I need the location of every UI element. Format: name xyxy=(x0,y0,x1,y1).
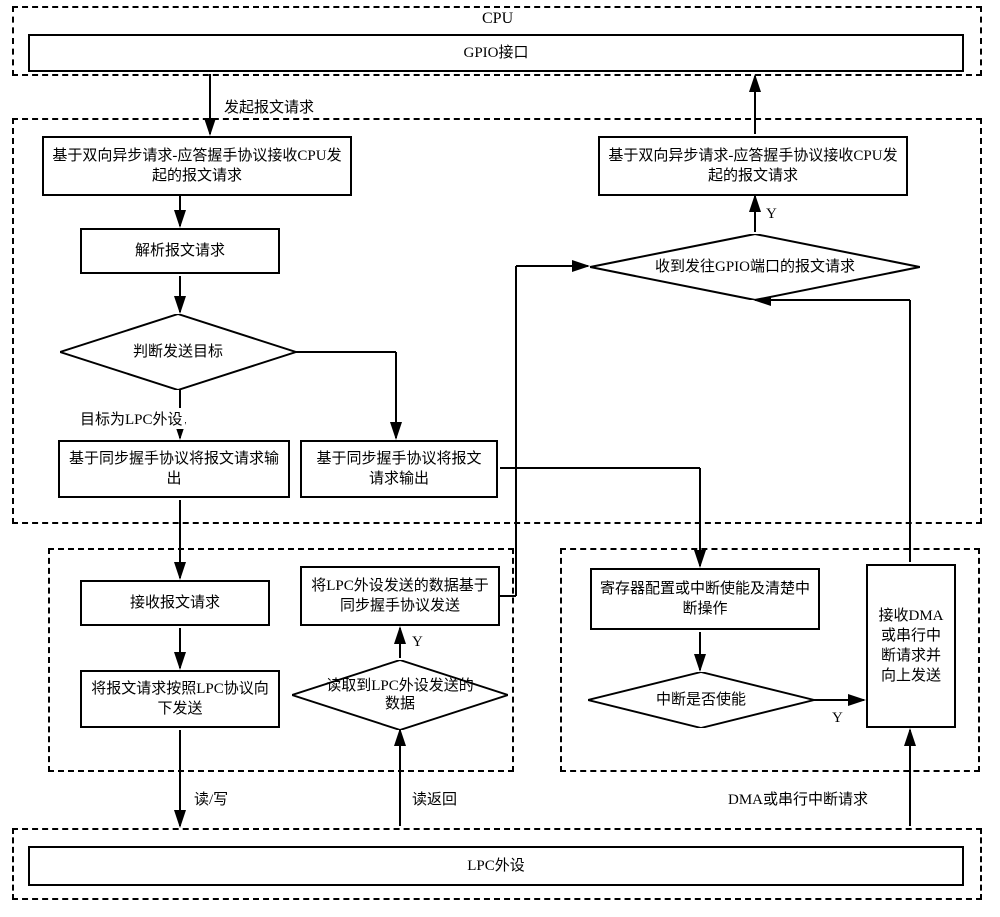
gpio-label: GPIO接口 xyxy=(463,43,528,63)
cpu-label: CPU xyxy=(480,10,515,28)
read-write-label: 读/写 xyxy=(192,788,230,809)
int-enable-diamond: 中断是否使能 xyxy=(588,672,814,728)
recv-req-text: 接收报文请求 xyxy=(130,593,220,613)
send-lpc-text: 将报文请求按照LPC协议向下发送 xyxy=(90,679,270,720)
lpc-device-text: LPC外设 xyxy=(467,856,525,876)
y-label-3: Y xyxy=(830,710,845,727)
out-lpc-box: 基于同步握手协议将报文请求输出 xyxy=(58,440,290,498)
y-label-1: Y xyxy=(764,206,779,223)
lpc-device-box: LPC外设 xyxy=(28,846,964,886)
recv-cpu-right: 基于双向异步请求-应答握手协议接收CPU发起的报文请求 xyxy=(598,136,908,196)
send-sync-text: 将LPC外设发送的数据基于同步握手协议发送 xyxy=(310,576,490,617)
gpio-box: GPIO接口 xyxy=(28,34,964,72)
judge-diamond: 判断发送目标 xyxy=(60,314,296,390)
send-sync-box: 将LPC外设发送的数据基于同步握手协议发送 xyxy=(300,566,500,626)
judge-text: 判断发送目标 xyxy=(133,343,223,361)
gpio-req-diamond: 收到发往GPIO端口的报文请求 xyxy=(590,234,920,300)
reg-cfg-text: 寄存器配置或中断使能及清楚中断操作 xyxy=(600,579,810,620)
recv-cpu-left: 基于双向异步请求-应答握手协议接收CPU发起的报文请求 xyxy=(42,136,352,196)
read-lpc-text: 读取到LPC外设发送的数据 xyxy=(324,677,475,713)
gpio-req-text: 收到发往GPIO端口的报文请求 xyxy=(655,258,855,276)
dma-serial-label: DMA或串行中断请求 xyxy=(726,788,870,809)
read-lpc-diamond: 读取到LPC外设发送的数据 xyxy=(292,660,508,730)
recv-req-box: 接收报文请求 xyxy=(80,580,270,626)
parse-box: 解析报文请求 xyxy=(80,228,280,274)
int-enable-text: 中断是否使能 xyxy=(656,691,746,709)
target-lpc-label: 目标为LPC外设 xyxy=(78,408,185,429)
send-request-label: 发起报文请求 xyxy=(222,96,316,117)
parse-text: 解析报文请求 xyxy=(135,241,225,261)
recv-cpu-right-text: 基于双向异步请求-应答握手协议接收CPU发起的报文请求 xyxy=(608,146,898,187)
out-other-text: 基于同步握手协议将报文请求输出 xyxy=(310,449,488,490)
recv-dma-text: 接收DMA或串行中断请求并向上发送 xyxy=(876,606,946,687)
recv-dma-box: 接收DMA或串行中断请求并向上发送 xyxy=(866,564,956,728)
y-label-2: Y xyxy=(410,634,425,651)
send-lpc-box: 将报文请求按照LPC协议向下发送 xyxy=(80,670,280,728)
out-lpc-text: 基于同步握手协议将报文请求输出 xyxy=(68,449,280,490)
recv-cpu-left-text: 基于双向异步请求-应答握手协议接收CPU发起的报文请求 xyxy=(52,146,342,187)
out-other-box: 基于同步握手协议将报文请求输出 xyxy=(300,440,498,498)
read-return-label: 读返回 xyxy=(410,788,459,809)
reg-cfg-box: 寄存器配置或中断使能及清楚中断操作 xyxy=(590,568,820,630)
